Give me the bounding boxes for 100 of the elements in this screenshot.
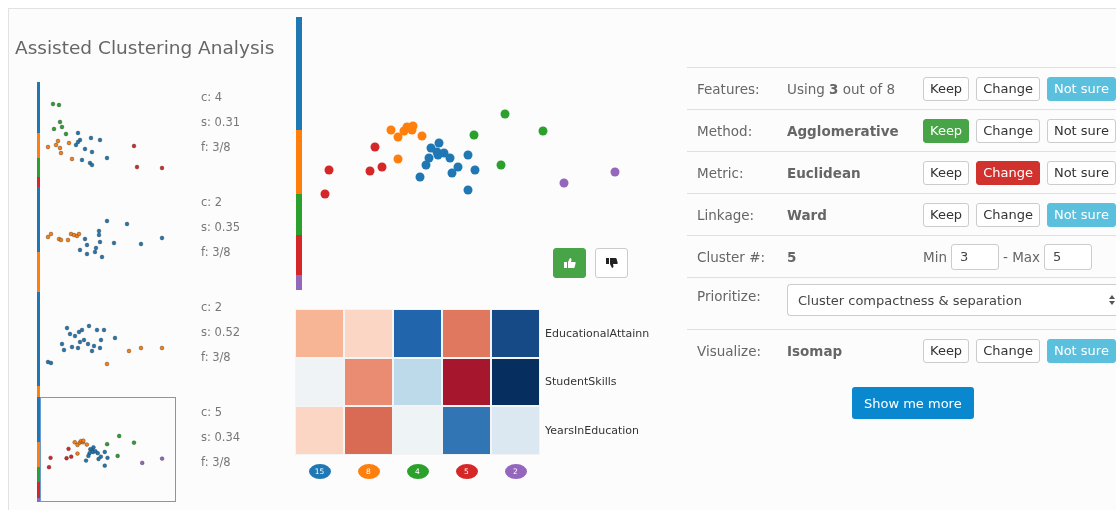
data-point <box>79 157 85 163</box>
unsure-button[interactable]: Not sure <box>1046 160 1116 185</box>
feature-count: f: 3/8 <box>201 349 231 366</box>
data-point <box>111 240 117 246</box>
setting-value: Using 3 out of 8 <box>787 80 897 97</box>
data-point <box>88 135 94 141</box>
thumbs-down-icon <box>605 257 618 269</box>
data-point <box>104 361 110 367</box>
silhouette-score: s: 0.34 <box>201 429 241 446</box>
feature-count: f: 3/8 <box>201 244 231 261</box>
data-point <box>159 165 165 171</box>
keep-button[interactable]: Keep <box>923 202 970 227</box>
silhouette-score: s: 0.35 <box>201 219 241 236</box>
data-point <box>160 456 165 461</box>
silhouette-score: s: 0.52 <box>201 324 241 341</box>
setting-label: Cluster #: <box>696 248 767 265</box>
data-point <box>140 460 145 465</box>
data-point <box>463 150 473 160</box>
sort-arrows-icon <box>1108 294 1116 306</box>
cluster-count: c: 5 <box>201 404 223 421</box>
feature-label: EducationalAttainn <box>545 326 651 340</box>
data-point <box>324 165 334 175</box>
setting-label: Linkage: <box>696 206 756 223</box>
data-point <box>105 442 110 447</box>
page-title: Assisted Clustering Analysis <box>15 37 275 60</box>
data-point <box>104 155 110 161</box>
data-point <box>447 168 457 178</box>
data-point <box>45 144 51 150</box>
min-input[interactable]: 3 <box>950 243 999 270</box>
data-point <box>117 433 122 439</box>
data-point <box>370 142 380 152</box>
data-point <box>393 132 403 142</box>
setting-value: Euclidean <box>787 164 862 181</box>
show-more-button[interactable]: Show me more <box>852 387 974 419</box>
data-point <box>445 153 455 163</box>
data-point <box>470 165 480 175</box>
setting-label: Method: <box>696 122 754 139</box>
max-label: - Max <box>1002 248 1041 265</box>
data-point <box>320 189 330 199</box>
feature-label: YearsInEducation <box>545 423 640 437</box>
thumbs-up-icon <box>563 257 576 269</box>
data-point <box>159 235 165 241</box>
data-point <box>421 160 431 170</box>
data-point <box>134 164 140 170</box>
data-point <box>463 185 473 195</box>
feature-label: StudentSkills <box>545 375 618 389</box>
setting-label: Visualize: <box>696 342 762 359</box>
feature-count: f: 3/8 <box>201 139 231 156</box>
data-point <box>377 162 387 172</box>
data-point <box>104 218 110 224</box>
setting-label: Metric: <box>696 164 745 181</box>
data-point <box>112 335 118 341</box>
setting-value: Isomap <box>787 342 844 359</box>
data-point <box>496 160 506 170</box>
data-point <box>415 172 425 182</box>
data-point <box>439 148 449 158</box>
setting-value: Agglomerative <box>787 122 900 139</box>
data-point <box>46 465 52 470</box>
keep-button[interactable]: Keep <box>923 160 970 185</box>
change-button[interactable]: Change <box>976 76 1040 101</box>
dislike-button[interactable] <box>595 248 628 278</box>
data-point <box>408 121 418 131</box>
cluster-count: c: 2 <box>201 194 223 211</box>
keep-button[interactable]: Keep <box>923 338 970 363</box>
cluster-count: c: 4 <box>201 89 223 106</box>
change-button[interactable]: Change <box>976 160 1040 185</box>
data-point <box>138 241 144 247</box>
cluster-count: c: 2 <box>201 299 223 316</box>
data-point <box>538 126 548 136</box>
min-label: Min <box>923 248 947 265</box>
data-point <box>97 137 103 143</box>
data-point <box>48 455 53 460</box>
change-button[interactable]: Change <box>976 338 1040 363</box>
data-point <box>159 345 165 351</box>
keep-button[interactable]: Keep <box>923 76 970 101</box>
max-input[interactable]: 5 <box>1044 243 1093 270</box>
data-point <box>126 348 132 354</box>
data-point <box>393 154 403 164</box>
thumbnail-card[interactable] <box>37 397 177 502</box>
setting-value: Ward <box>787 206 828 223</box>
priority-select[interactable]: Cluster compactness & separation <box>787 284 1116 316</box>
data-point <box>69 156 75 162</box>
data-point <box>453 162 463 172</box>
feature-count: f: 3/8 <box>201 454 231 471</box>
unsure-button[interactable]: Not sure <box>1046 118 1116 143</box>
data-point <box>559 178 569 188</box>
like-button[interactable] <box>553 248 586 278</box>
data-point <box>417 131 427 141</box>
setting-value: 5 <box>787 248 798 265</box>
data-point <box>500 109 510 119</box>
data-point <box>365 166 375 176</box>
data-point <box>131 143 137 149</box>
data-point <box>610 167 620 177</box>
setting-label: Features: <box>696 80 761 97</box>
setting-label: Prioritize: <box>696 287 762 304</box>
silhouette-score: s: 0.31 <box>201 114 241 131</box>
data-point <box>138 345 144 351</box>
change-button[interactable]: Change <box>976 202 1040 227</box>
data-point <box>386 125 396 135</box>
change-button[interactable]: Change <box>976 118 1040 143</box>
